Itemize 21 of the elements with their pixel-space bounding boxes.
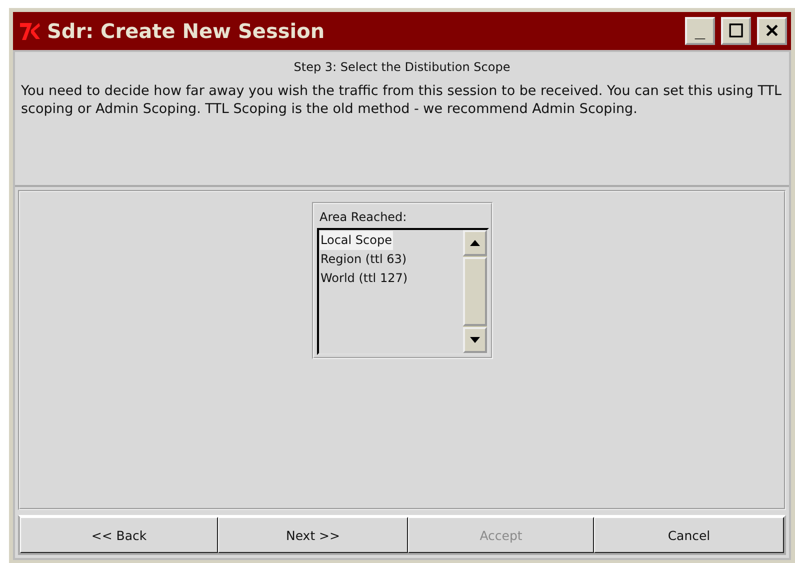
scroll-down-button[interactable] — [462, 327, 486, 353]
scroll-up-button[interactable] — [462, 230, 486, 256]
up-arrow-icon — [470, 240, 480, 246]
list-item[interactable]: Local Scope — [320, 231, 393, 250]
cancel-button[interactable]: Cancel — [594, 517, 784, 553]
down-arrow-icon — [470, 337, 480, 343]
window-title: Sdr: Create New Session — [47, 19, 326, 43]
maximize-button[interactable]: ☐ — [721, 17, 751, 45]
scrollbar[interactable] — [462, 230, 486, 353]
description-text: You need to decide how far away you wish the traffic from this session to be received. You can set this using TTL scoping or Admin Scoping. TTL Scoping is the old method - we recommend Admin Scoping. — [21, 82, 783, 118]
list-item[interactable]: Region (ttl 63) — [320, 250, 408, 269]
scope-listbox[interactable]: Local Scope Region (ttl 63) World (ttl 127) — [316, 228, 488, 355]
scroll-thumb[interactable] — [462, 257, 486, 326]
back-button[interactable]: << Back — [20, 517, 218, 553]
list-item[interactable]: World (ttl 127) — [320, 269, 409, 288]
app-logo-icon — [19, 20, 41, 42]
minimize-button[interactable]: _ — [685, 17, 715, 45]
next-button[interactable]: Next >> — [218, 517, 408, 553]
step-title: Step 3: Select the Distibution Scope — [292, 60, 512, 74]
list-label: Area Reached: — [318, 209, 408, 226]
close-button[interactable]: ✕ — [757, 17, 787, 45]
